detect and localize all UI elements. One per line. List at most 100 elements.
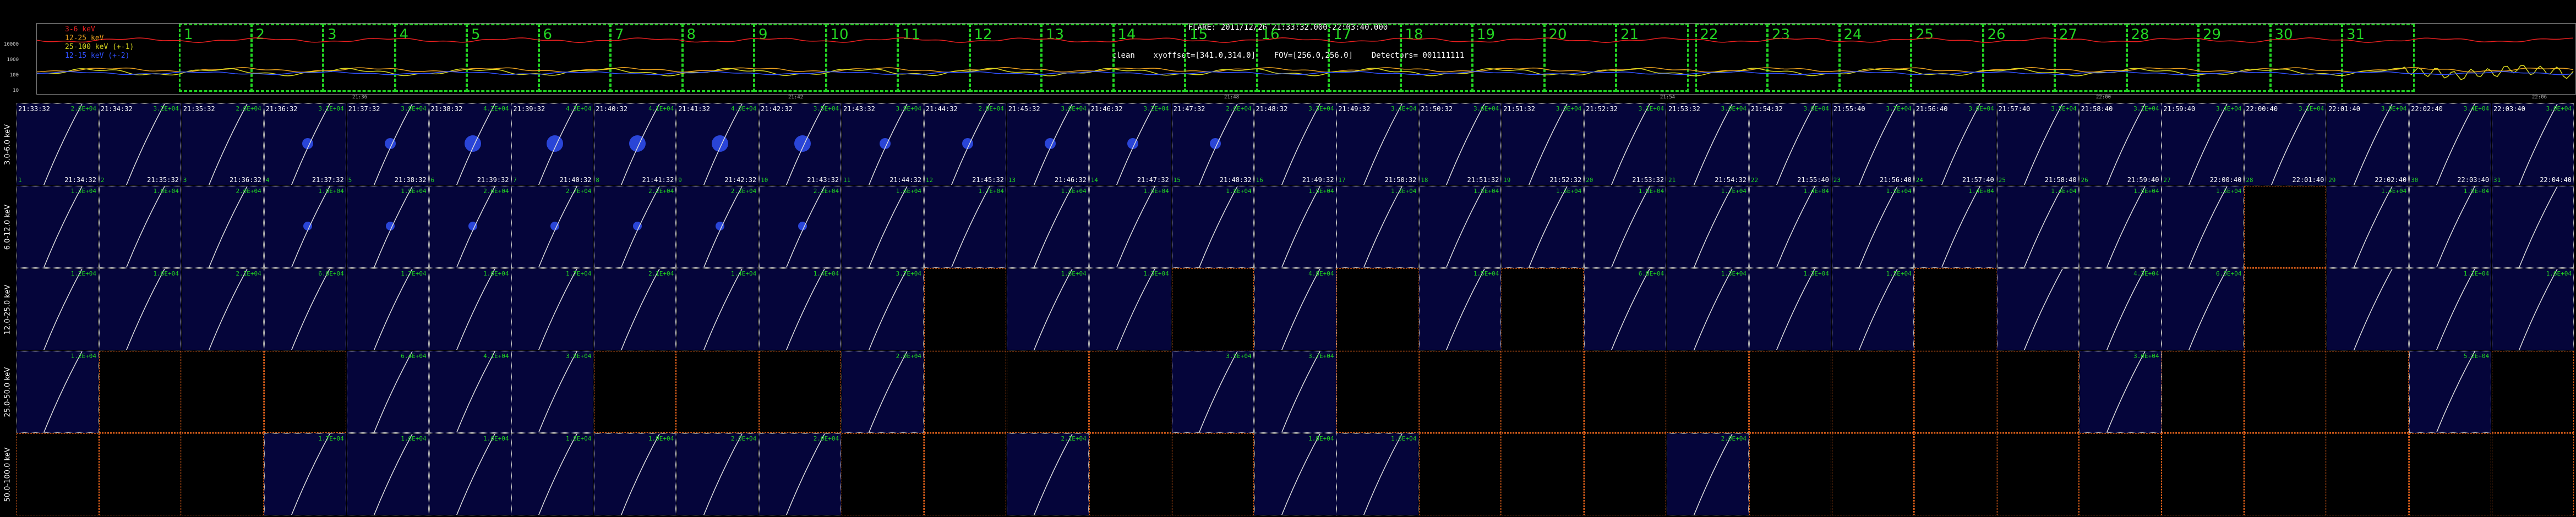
image-cell[interactable]: 1.7E+04 <box>346 268 429 350</box>
image-cell[interactable] <box>2327 268 2409 350</box>
image-cell[interactable]: 3.9E+04 22:01:40 22:02:40 29 <box>2327 103 2409 185</box>
image-cell[interactable]: 1.9E+04 <box>346 186 429 268</box>
image-cell[interactable]: 2.2E+04 <box>594 186 676 268</box>
image-cell[interactable]: 3.2E+04 21:46:32 21:47:32 14 <box>1089 103 1171 185</box>
image-cell[interactable]: 2.6E+04 21:33:32 21:34:32 1 <box>17 103 99 185</box>
image-cell[interactable]: 1.5E+04 <box>1831 186 1914 268</box>
image-cell[interactable]: 3.5E+04 21:42:32 21:43:32 10 <box>759 103 842 185</box>
image-cell[interactable]: 1.5E+04 <box>2162 186 2244 268</box>
empty-image-cell[interactable] <box>1089 433 1171 515</box>
image-cell[interactable]: 1.6E+04 <box>346 433 429 515</box>
image-cell[interactable] <box>1996 268 2079 350</box>
image-cell[interactable]: 1.8E+04 <box>1254 433 1336 515</box>
image-cell[interactable]: 1.5E+04 <box>2409 186 2492 268</box>
image-cell[interactable]: 3.0E+04 <box>2079 351 2162 433</box>
image-cell[interactable]: 3.6E+04 21:50:32 21:51:32 18 <box>1419 103 1502 185</box>
image-cell[interactable]: 3.4E+04 21:59:40 22:00:40 27 <box>2162 103 2244 185</box>
image-cell[interactable]: 3.0E+04 21:53:32 21:54:32 21 <box>1667 103 1749 185</box>
image-cell[interactable]: 3.1E+04 21:58:40 21:59:40 26 <box>2079 103 2162 185</box>
image-cell[interactable]: 1.4E+04 <box>759 268 842 350</box>
empty-image-cell[interactable] <box>924 268 1006 350</box>
empty-image-cell[interactable] <box>924 351 1006 433</box>
empty-image-cell[interactable] <box>1089 351 1171 433</box>
empty-image-cell[interactable] <box>924 433 1006 515</box>
image-cell[interactable]: 1.6E+04 <box>2492 268 2574 350</box>
image-cell[interactable]: 1.4E+04 <box>1996 186 2079 268</box>
image-cell[interactable]: 2.7E+04 <box>511 186 594 268</box>
empty-image-cell[interactable] <box>1996 351 2079 433</box>
image-cell[interactable]: 1.2E+04 <box>17 351 99 433</box>
empty-image-cell[interactable] <box>1996 433 2079 515</box>
image-cell[interactable]: 3.4E+04 21:49:32 21:50:32 17 <box>1336 103 1419 185</box>
empty-image-cell[interactable] <box>1171 268 1254 350</box>
image-cell[interactable]: 4.3E+04 <box>2079 268 2162 350</box>
image-cell[interactable]: 3.7E+04 21:55:40 21:56:40 23 <box>1831 103 1914 185</box>
empty-image-cell[interactable] <box>1419 433 1502 515</box>
empty-image-cell[interactable] <box>1584 351 1667 433</box>
image-cell[interactable]: 1.4E+04 <box>2327 186 2409 268</box>
image-cell[interactable] <box>2492 186 2574 268</box>
empty-image-cell[interactable] <box>1336 351 1419 433</box>
image-cell[interactable]: 4.8E+04 <box>1254 268 1336 350</box>
empty-image-cell[interactable] <box>1749 433 1831 515</box>
image-cell[interactable]: 1.7E+04 <box>264 433 346 515</box>
image-cell[interactable]: 1.6E+04 <box>99 268 181 350</box>
image-cell[interactable]: 1.9E+04 <box>264 186 346 268</box>
image-cell[interactable]: 2.1E+04 <box>181 268 264 350</box>
image-cell[interactable]: 1.4E+04 <box>676 268 759 350</box>
image-cell[interactable]: 1.2E+04 <box>17 268 99 350</box>
image-cell[interactable]: 3.4E+04 22:02:40 22:03:40 30 <box>2409 103 2492 185</box>
empty-image-cell[interactable] <box>99 433 181 515</box>
image-cell[interactable]: 3.5E+04 21:57:40 21:58:40 25 <box>1996 103 2079 185</box>
image-cell[interactable]: 1.5E+04 <box>1502 186 1584 268</box>
image-cell[interactable]: 4.1E+04 <box>429 351 511 433</box>
image-cell[interactable]: 3.0E+04 22:03:40 22:04:40 31 <box>2492 103 2574 185</box>
empty-image-cell[interactable] <box>1419 351 1502 433</box>
empty-image-cell[interactable] <box>17 433 99 515</box>
image-cell[interactable]: 1.6E+04 <box>842 186 924 268</box>
image-cell[interactable]: 1.3E+04 <box>1749 268 1831 350</box>
empty-image-cell[interactable] <box>1502 433 1584 515</box>
empty-image-cell[interactable] <box>2244 268 2327 350</box>
image-cell[interactable]: 4.3E+04 21:39:32 21:40:32 7 <box>511 103 594 185</box>
image-cell[interactable]: 1.9E+04 <box>594 433 676 515</box>
image-cell[interactable]: 2.0E+04 <box>676 433 759 515</box>
empty-image-cell[interactable] <box>1502 268 1584 350</box>
empty-image-cell[interactable] <box>594 351 676 433</box>
image-cell[interactable]: 2.8E+04 21:44:32 21:45:32 12 <box>924 103 1006 185</box>
image-cell[interactable]: 2.0E+04 <box>1667 433 1749 515</box>
empty-image-cell[interactable] <box>2079 433 2162 515</box>
image-cell[interactable]: 6.0E+04 <box>2162 268 2244 350</box>
image-cell[interactable]: 4.1E+04 21:40:32 21:41:32 8 <box>594 103 676 185</box>
image-cell[interactable]: 2.0E+04 <box>181 186 264 268</box>
image-cell[interactable]: 3.9E+04 21:37:32 21:38:32 5 <box>346 103 429 185</box>
image-cell[interactable]: 1.8E+04 <box>511 433 594 515</box>
image-cell[interactable]: 1.4E+04 <box>1914 186 1996 268</box>
empty-image-cell[interactable] <box>1336 268 1419 350</box>
image-cell[interactable]: 1.7E+04 <box>1667 186 1749 268</box>
image-cell[interactable]: 6.8E+04 <box>1584 268 1667 350</box>
empty-image-cell[interactable] <box>842 433 924 515</box>
empty-image-cell[interactable] <box>264 351 346 433</box>
image-cell[interactable]: 3.5E+04 <box>1171 351 1254 433</box>
image-cell[interactable]: 2.1E+04 <box>1006 433 1089 515</box>
empty-image-cell[interactable] <box>1584 433 1667 515</box>
image-cell[interactable]: 3.7E+04 <box>842 268 924 350</box>
empty-image-cell[interactable] <box>1749 351 1831 433</box>
empty-image-cell[interactable] <box>2492 351 2574 433</box>
image-cell[interactable]: 3.0E+04 21:54:32 21:55:40 22 <box>1749 103 1831 185</box>
empty-image-cell[interactable] <box>181 433 264 515</box>
image-cell[interactable]: 2.6E+04 21:47:32 21:48:32 15 <box>1171 103 1254 185</box>
image-cell[interactable]: 2.6E+04 21:35:32 21:36:32 3 <box>181 103 264 185</box>
image-cell[interactable]: 5.2E+04 <box>2409 351 2492 433</box>
empty-image-cell[interactable] <box>676 351 759 433</box>
image-cell[interactable]: 1.6E+04 <box>1006 268 1089 350</box>
image-cell[interactable]: 1.5E+04 <box>17 186 99 268</box>
image-cell[interactable]: 1.5E+04 <box>1006 186 1089 268</box>
image-cell[interactable]: 3.8E+04 <box>511 351 594 433</box>
image-cell[interactable]: 1.6E+04 <box>99 186 181 268</box>
empty-image-cell[interactable] <box>2492 433 2574 515</box>
empty-image-cell[interactable] <box>181 351 264 433</box>
image-cell[interactable]: 3.2E+04 21:34:32 21:35:32 2 <box>99 103 181 185</box>
empty-image-cell[interactable] <box>2162 433 2244 515</box>
